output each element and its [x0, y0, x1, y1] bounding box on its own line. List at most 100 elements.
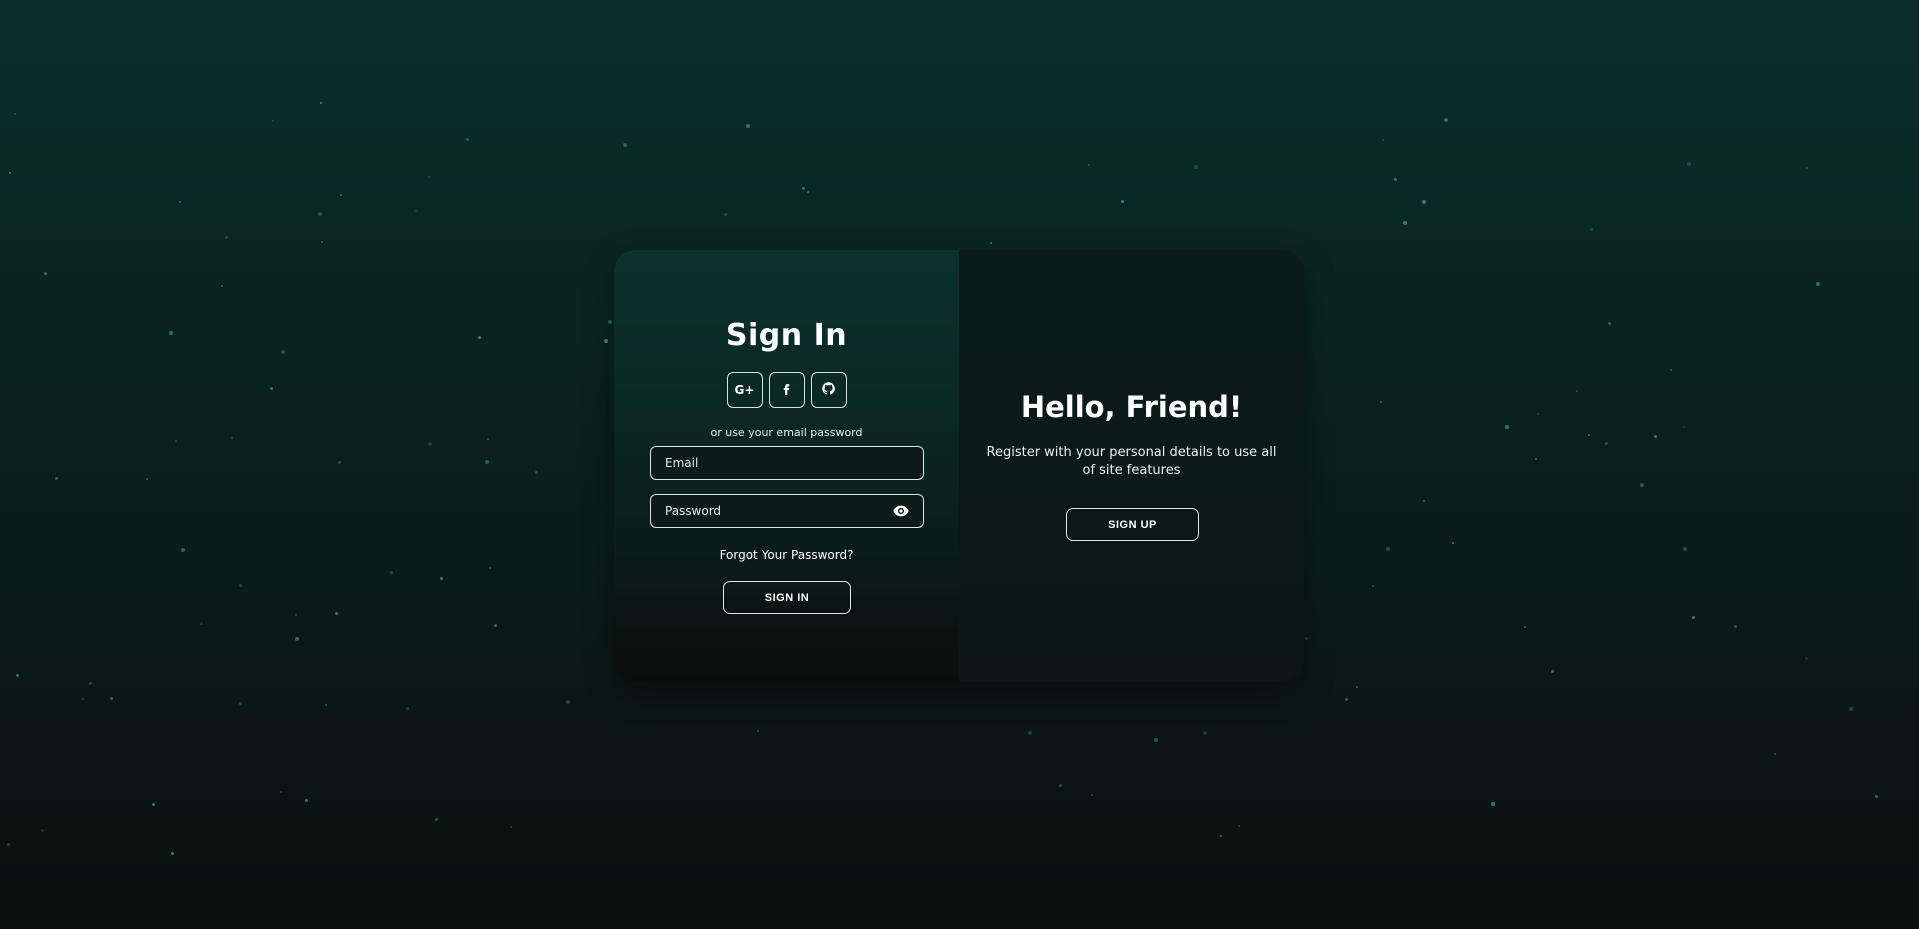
facebook-button[interactable] [768, 372, 805, 408]
particle-dot [428, 442, 432, 446]
particle-dot [1194, 165, 1198, 169]
particle-dot [14, 113, 16, 115]
particle-dot [1734, 625, 1737, 628]
particle-dot [1692, 616, 1695, 619]
facebook-icon [780, 382, 793, 398]
particle-dot [1238, 825, 1240, 827]
particle-dot [1605, 442, 1608, 445]
particle-dot [535, 471, 538, 474]
particle-dot [1394, 178, 1397, 181]
particle-dot [608, 320, 612, 324]
particle-dot [435, 818, 438, 821]
particle-dot [487, 438, 489, 440]
hello-description: Register with your personal details to u… [986, 445, 1277, 478]
particle-dot [1121, 200, 1124, 203]
github-button[interactable] [810, 372, 847, 408]
particle-dot [1028, 731, 1032, 735]
particle-dot [1654, 435, 1657, 438]
particle-dot [1382, 139, 1384, 141]
particle-dot [281, 350, 285, 354]
particle-dot [415, 210, 417, 212]
particle-dot [175, 440, 177, 442]
signup-panel: Hello, Friend! Register with your person… [959, 250, 1304, 682]
particle-dot [1683, 426, 1685, 428]
particle-dot [295, 614, 297, 616]
particle-dot [169, 331, 173, 335]
email-input[interactable] [665, 456, 909, 470]
particle-dot [321, 241, 323, 243]
particle-dot [494, 624, 497, 627]
social-buttons: G+ [614, 372, 959, 408]
auth-card: Sign In G+ or use your email password Em… [614, 250, 1304, 682]
particle-dot [757, 730, 759, 732]
particle-dot [510, 826, 512, 828]
particle-dot [1220, 835, 1222, 837]
particle-dot [1683, 547, 1687, 551]
particle-dot [1535, 458, 1537, 460]
particle-dot [239, 702, 242, 705]
eye-icon[interactable] [893, 505, 909, 517]
particle-dot [390, 571, 393, 574]
particle-dot [335, 612, 338, 615]
particle-dot [1491, 802, 1495, 806]
particle-dot [1403, 221, 1407, 225]
particle-dot [270, 387, 273, 390]
particle-dot [466, 138, 469, 141]
particle-dot [16, 674, 19, 677]
particle-dot [225, 236, 228, 239]
particle-dot [1372, 585, 1374, 587]
particle-dot [485, 460, 489, 464]
particle-dot [181, 548, 185, 552]
particle-dot [1059, 784, 1062, 787]
particle-dot [1640, 483, 1644, 487]
particle-dot [1774, 753, 1776, 755]
particle-dot [1444, 118, 1448, 122]
particle-dot [340, 194, 342, 196]
particle-dot [802, 187, 805, 190]
particle-dot [295, 637, 299, 641]
sign-up-button[interactable]: SIGN UP [1066, 508, 1199, 541]
particle-dot [110, 697, 113, 700]
email-field[interactable] [650, 446, 924, 480]
particle-dot [440, 577, 443, 580]
particle-dot [1203, 731, 1207, 735]
particle-dot [82, 698, 84, 700]
particle-dot [807, 191, 809, 193]
particle-dot [221, 285, 223, 287]
particle-dot [325, 704, 327, 706]
password-field[interactable] [650, 494, 924, 528]
sign-in-button[interactable]: SIGN IN [723, 581, 851, 614]
particle-dot [1154, 738, 1158, 742]
particle-dot [489, 567, 491, 569]
particle-dot [1345, 698, 1348, 701]
hello-title: Hello, Friend! [1020, 390, 1243, 424]
particle-dot [280, 791, 282, 793]
particle-dot [1551, 670, 1554, 673]
particle-dot [9, 172, 11, 174]
password-input[interactable] [665, 504, 893, 518]
particle-dot [1524, 626, 1526, 628]
particle-dot [1423, 500, 1425, 502]
particle-dot [1091, 794, 1093, 796]
github-icon [822, 382, 835, 398]
particle-dot [1537, 413, 1539, 415]
particle-dot [746, 124, 750, 128]
particle-dot [41, 829, 44, 832]
particle-dot [1380, 401, 1382, 403]
signin-title: Sign In [725, 318, 848, 353]
particle-dot [1588, 434, 1590, 436]
particle-dot [1088, 164, 1090, 166]
particle-dot [1816, 282, 1820, 286]
particle-dot [1386, 547, 1390, 551]
alt-login-text: or use your email password [710, 426, 863, 439]
particle-dot [55, 477, 58, 480]
particle-dot [990, 242, 992, 244]
particle-dot [200, 622, 203, 625]
forgot-password-link[interactable]: Forgot Your Password? [614, 548, 959, 562]
particle-dot [566, 700, 570, 704]
particle-dot [604, 339, 608, 343]
google-plus-button[interactable]: G+ [726, 372, 763, 408]
particle-dot [1590, 228, 1593, 231]
particle-dot [152, 803, 155, 806]
particle-dot [1608, 322, 1611, 325]
